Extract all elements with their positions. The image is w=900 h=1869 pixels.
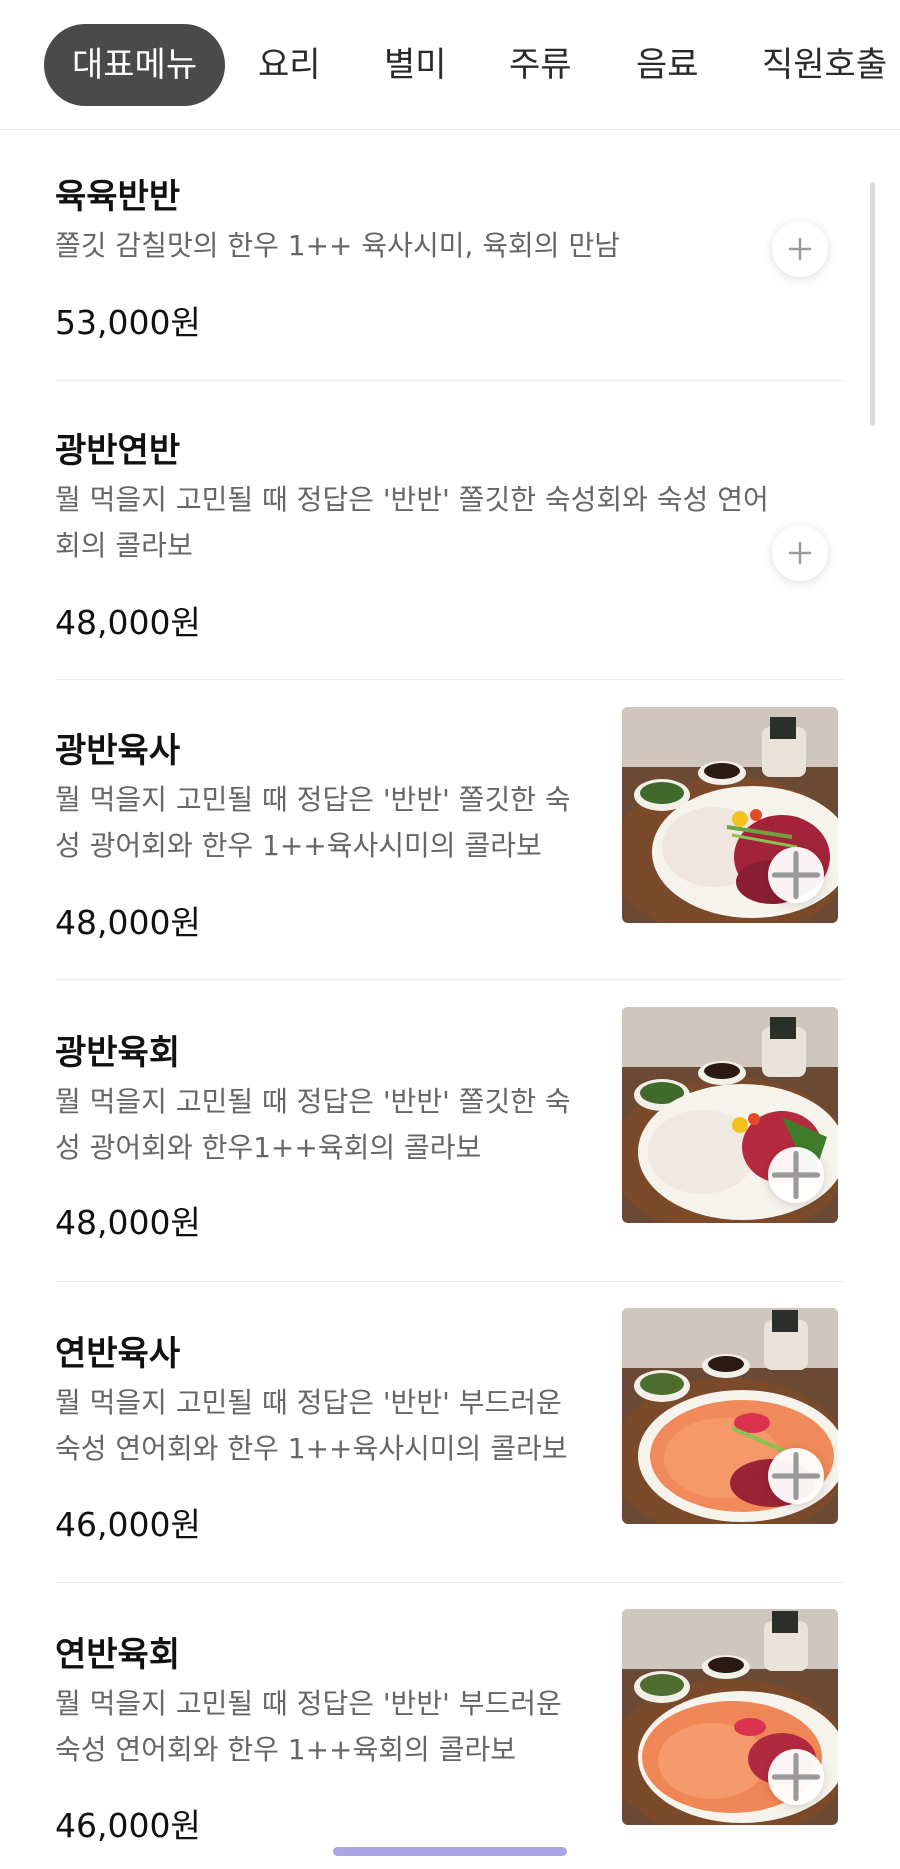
menu-item-image[interactable] xyxy=(622,1007,838,1223)
menu-item[interactable]: 연반육사 뭘 먹을지 고민될 때 정답은 '반반' 부드러운 숙성 연어회와 한… xyxy=(55,1308,845,1574)
add-to-cart-button[interactable] xyxy=(772,221,828,277)
add-to-cart-button[interactable] xyxy=(768,1147,824,1203)
category-tab-bar: 대표메뉴 요리 별미 주류 음료 직원호출 xyxy=(0,0,900,130)
menu-item-description: 뭘 먹을지 고민될 때 정답은 '반반' 쫄깃한 숙성회와 숙성 연어회의 콜라… xyxy=(55,483,769,562)
tab-specialties[interactable]: 별미 xyxy=(384,24,447,106)
menu-item[interactable]: 연반육회 뭘 먹을지 고민될 때 정답은 '반반' 부드러운 숙성 연어회와 한… xyxy=(55,1609,845,1869)
menu-item-price: 46,000원 xyxy=(55,1806,201,1845)
menu-item-description: 뭘 먹을지 고민될 때 정답은 '반반' 쫄깃한 숙성 광어회와 한우 1++육… xyxy=(55,783,571,862)
plus-icon xyxy=(788,237,812,261)
plus-icon xyxy=(771,1150,821,1200)
menu-item[interactable]: 광반연반 뭘 먹을지 고민될 때 정답은 '반반' 쫄깃한 숙성회와 숙성 연어… xyxy=(55,421,845,671)
menu-item-description: 쫄깃 감칠맛의 한우 1++ 육사시미, 육회의 만남 xyxy=(55,229,620,262)
divider xyxy=(55,1582,845,1583)
menu-item-description: 뭘 먹을지 고민될 때 정답은 '반반' 부드러운 숙성 연어회와 한우 1++… xyxy=(55,1386,568,1465)
add-to-cart-button[interactable] xyxy=(768,1749,824,1805)
divider xyxy=(55,380,845,381)
home-indicator[interactable] xyxy=(333,1847,567,1856)
divider xyxy=(55,679,845,680)
menu-item-description: 뭘 먹을지 고민될 때 정답은 '반반' 부드러운 숙성 연어회와 한우 1++… xyxy=(55,1687,562,1766)
scrollbar[interactable] xyxy=(870,182,875,426)
menu-item-image[interactable] xyxy=(622,707,838,923)
menu-item-description: 뭘 먹을지 고민될 때 정답은 '반반' 쫄깃한 숙성 광어회와 한우1++육회… xyxy=(55,1085,571,1164)
menu-item-image[interactable] xyxy=(622,1308,838,1524)
menu-item-price: 48,000원 xyxy=(55,603,201,642)
menu-item-name: 광반연반 xyxy=(55,431,181,471)
plus-icon xyxy=(788,541,812,565)
menu-item-price: 48,000원 xyxy=(55,903,201,942)
menu-item[interactable]: 광반육사 뭘 먹을지 고민될 때 정답은 '반반' 쫄깃한 숙성 광어회와 한우… xyxy=(55,707,845,971)
menu-item[interactable]: 육육반반 쫄깃 감칠맛의 한우 1++ 육사시미, 육회의 만남 53,000원 xyxy=(55,167,845,407)
menu-item[interactable]: 광반육회 뭘 먹을지 고민될 때 정답은 '반반' 쫄깃한 숙성 광어회와 한우… xyxy=(55,1007,845,1273)
add-to-cart-button[interactable] xyxy=(768,847,824,903)
plus-icon xyxy=(771,1451,821,1501)
tab-call-staff[interactable]: 직원호출 xyxy=(762,24,887,106)
menu-item-name: 연반육사 xyxy=(55,1334,181,1374)
menu-item-price: 46,000원 xyxy=(55,1505,201,1544)
menu-item-price: 48,000원 xyxy=(55,1203,201,1242)
menu-item-image[interactable] xyxy=(622,1609,838,1825)
divider xyxy=(55,1281,845,1282)
tab-dishes[interactable]: 요리 xyxy=(258,24,321,106)
menu-item-name: 육육반반 xyxy=(55,177,181,217)
tab-alcohol[interactable]: 주류 xyxy=(509,24,572,106)
plus-icon xyxy=(771,1752,821,1802)
plus-icon xyxy=(771,850,821,900)
add-to-cart-button[interactable] xyxy=(772,525,828,581)
menu-item-name: 광반육회 xyxy=(55,1033,181,1073)
menu-item-name: 연반육회 xyxy=(55,1635,181,1675)
tab-signature-menu[interactable]: 대표메뉴 xyxy=(44,24,226,106)
divider xyxy=(55,979,845,980)
menu-item-price: 53,000원 xyxy=(55,303,201,342)
menu-item-name: 광반육사 xyxy=(55,731,181,771)
add-to-cart-button[interactable] xyxy=(768,1448,824,1504)
tab-beverages[interactable]: 음료 xyxy=(636,24,699,106)
